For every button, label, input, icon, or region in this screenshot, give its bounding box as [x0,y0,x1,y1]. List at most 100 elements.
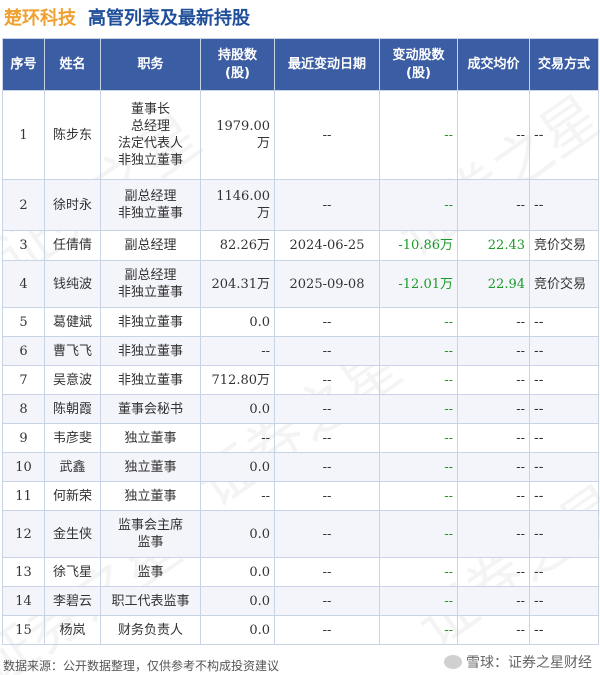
cell-position: 独立董事 [100,423,201,453]
cell-date: -- [274,510,380,558]
cell-change: -- [379,615,458,645]
cell-price: -- [457,423,530,453]
cell-position: 非独立董事 [100,336,201,366]
cell-position: 副总经理 非独立董事 [100,179,201,231]
cell-change: -12.01万 [379,260,458,308]
position-line: 职工代表监事 [111,593,190,609]
cell-change: -- [379,557,458,587]
cell-date: -- [274,615,380,645]
cell-method: -- [529,615,599,645]
cell-shares: -- [200,336,275,366]
col-header-price: 成交均价 [457,38,530,91]
table-row: 2 徐时永 副总经理 非独立董事 1146.00万 -- -- -- -- [2,179,599,231]
brand-label: 雪球：证券之星财经 [466,655,592,671]
position-line: 非独立董事 [117,153,183,168]
cell-date: -- [274,481,380,511]
executives-table: 序号 姓名 职务 持股数 (股) 最近变动日期 变动股数 (股) 成交均价 交易方式 1 陈步东董事… [2,38,599,645]
cell-price: -- [457,179,530,231]
cell-price: -- [457,90,530,180]
cell-method: 竞价交易 [529,230,599,261]
position-line: 非独立董事 [117,343,183,359]
cell-position: 非独立董事 [100,365,201,395]
col-header-name: 姓名 [44,38,101,91]
cell-no: 2 [2,179,45,231]
cell-price: -- [457,481,530,511]
cell-position: 副总经理 非独立董事 [100,260,201,308]
position-line: 副总经理 [124,268,177,283]
cell-shares: 0.0 [200,510,275,558]
cell-shares: 0.0 [200,586,275,616]
table-row: 10 武鑫 独立董事 0.0 -- -- -- -- [2,452,599,482]
position-line: 财务负责人 [117,622,183,638]
position-line: 独立董事 [124,488,177,504]
cell-price: -- [457,394,530,424]
cell-shares: 0.0 [200,394,275,424]
cell-name: 徐时永 [44,179,101,231]
cell-price: -- [457,586,530,616]
cell-change: -10.86万 [379,230,458,261]
position-line: 非独立董事 [117,206,183,221]
cell-method: -- [529,336,599,366]
cell-name: 陈步东 [44,90,101,180]
col-header-change: 变动股数 (股) [379,38,458,91]
cell-method: -- [529,423,599,453]
position-line: 非独立董事 [117,285,183,300]
cell-shares: 1979.00万 [200,90,275,180]
cell-date: -- [274,452,380,482]
cell-name: 葛健斌 [44,307,101,337]
cell-position: 独立董事 [100,452,201,482]
cell-price: 22.94 [457,260,530,308]
cell-name: 徐飞星 [44,557,101,587]
cell-change: -- [379,586,458,616]
cell-name: 曹飞飞 [44,336,101,366]
cell-method: -- [529,452,599,482]
cell-price: -- [457,307,530,337]
col-header-shares: 持股数 (股) [200,38,275,91]
cell-no: 10 [2,452,45,482]
position-line: 董事长 [130,102,170,117]
cell-date: -- [274,394,380,424]
cell-change: -- [379,423,458,453]
cell-change: -- [379,90,458,180]
cell-change: -- [379,452,458,482]
cell-no: 8 [2,394,45,424]
cell-shares: 712.80万 [200,365,275,395]
cell-price: -- [457,615,530,645]
cell-position: 职工代表监事 [100,586,201,616]
table-header-row: 序号 姓名 职务 持股数 (股) 最近变动日期 变动股数 (股) 成交均价 交易方式 [2,38,599,91]
cell-method: -- [529,481,599,511]
col-header-no: 序号 [2,38,45,91]
cell-date: 2024-06-25 [274,230,380,261]
cell-shares: 1146.00万 [200,179,275,231]
cell-change: -- [379,394,458,424]
cell-method: -- [529,307,599,337]
table-row: 15 杨岚 财务负责人 0.0 -- -- -- -- [2,615,599,645]
cell-price: -- [457,557,530,587]
table-row: 6 曹飞飞 非独立董事 -- -- -- -- -- [2,336,599,366]
cell-shares: -- [200,481,275,511]
page-title: 高管列表及最新持股 [88,8,250,29]
cell-name: 钱纯波 [44,260,101,308]
cell-price: -- [457,510,530,558]
cell-no: 13 [2,557,45,587]
cell-no: 3 [2,230,45,261]
position-line: 副总经理 [124,238,177,253]
cell-position: 副总经理 [100,230,201,261]
cell-shares: 0.0 [200,307,275,337]
cell-position: 董事会秘书 [100,394,201,424]
cell-no: 9 [2,423,45,453]
col-header-date: 最近变动日期 [274,38,380,91]
position-line: 董事会秘书 [117,401,183,417]
cell-change: -- [379,179,458,231]
cell-no: 4 [2,260,45,308]
position-line: 副总经理 [124,189,177,204]
cell-shares: 0.0 [200,615,275,645]
table-row: 11 何新荣 独立董事 -- -- -- -- -- [2,481,599,511]
snowball-logo-icon [444,655,462,669]
table-row: 8 陈朝霞 董事会秘书 0.0 -- -- -- -- [2,394,599,424]
cell-no: 1 [2,90,45,180]
cell-date: -- [274,586,380,616]
position-line: 独立董事 [124,459,177,475]
cell-price: -- [457,336,530,366]
cell-name: 任倩倩 [44,230,101,261]
